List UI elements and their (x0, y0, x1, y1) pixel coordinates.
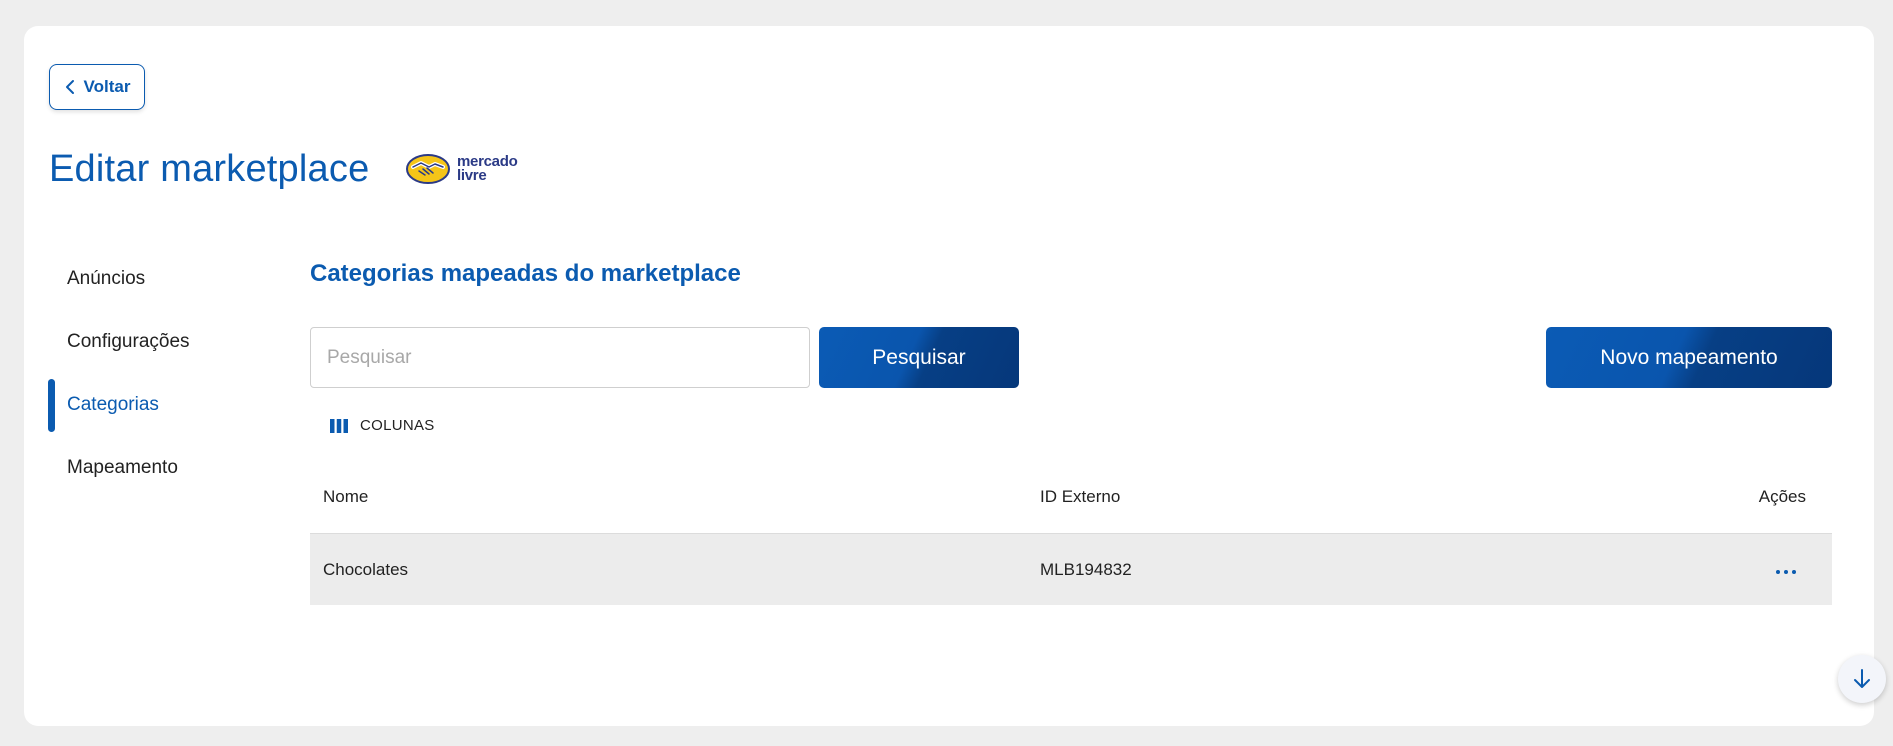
search-input[interactable] (310, 327, 810, 388)
cell-acoes (1727, 559, 1832, 580)
more-actions-icon[interactable] (1770, 564, 1802, 580)
search-button[interactable]: Pesquisar (819, 327, 1019, 388)
table-header: Nome ID Externo Ações (310, 460, 1832, 534)
cell-id-externo: MLB194832 (1040, 559, 1132, 579)
sidebar-item-configuracoes[interactable]: Configurações (48, 310, 278, 373)
cell-nome: Chocolates (323, 559, 409, 579)
sidebar-item-mapeamento[interactable]: Mapeamento (48, 436, 278, 499)
chevron-left-icon (65, 80, 74, 94)
sidebar-item-anuncios[interactable]: Anúncios (48, 247, 278, 310)
sidebar-item-label: Mapeamento (67, 456, 178, 478)
new-mapping-button[interactable]: Novo mapeamento (1546, 327, 1832, 388)
sidebar-item-categorias[interactable]: Categorias (48, 373, 278, 436)
columns-toggle-label: COLUNAS (360, 417, 435, 434)
sidebar-item-label: Configurações (67, 330, 190, 352)
scroll-down-button[interactable] (1838, 655, 1886, 703)
column-header-acoes: Ações (1758, 486, 1806, 506)
back-button[interactable]: Voltar (49, 64, 145, 110)
side-nav: Anúncios Configurações Categorias Mapeam… (48, 247, 278, 499)
page-title: Editar marketplace (49, 148, 370, 190)
back-button-label: Voltar (83, 77, 131, 96)
sidebar-item-label: Anúncios (67, 267, 146, 289)
column-header-id-externo[interactable]: ID Externo (1027, 487, 1727, 507)
categories-table: Nome ID Externo Ações Chocolates MLB1948… (310, 460, 1832, 605)
mercado-livre-logo: mercado livre (405, 152, 518, 186)
column-header-nome[interactable]: Nome (310, 487, 1027, 507)
columns-icon (330, 418, 348, 433)
columns-toggle[interactable]: COLUNAS (330, 417, 435, 434)
arrow-down-icon (1854, 669, 1870, 688)
logo-text: mercado livre (457, 153, 518, 184)
handshake-icon (406, 154, 450, 184)
sidebar-item-label: Categorias (67, 393, 159, 415)
table-row: Chocolates MLB194832 (310, 534, 1832, 605)
section-title: Categorias mapeadas do marketplace (310, 260, 741, 287)
